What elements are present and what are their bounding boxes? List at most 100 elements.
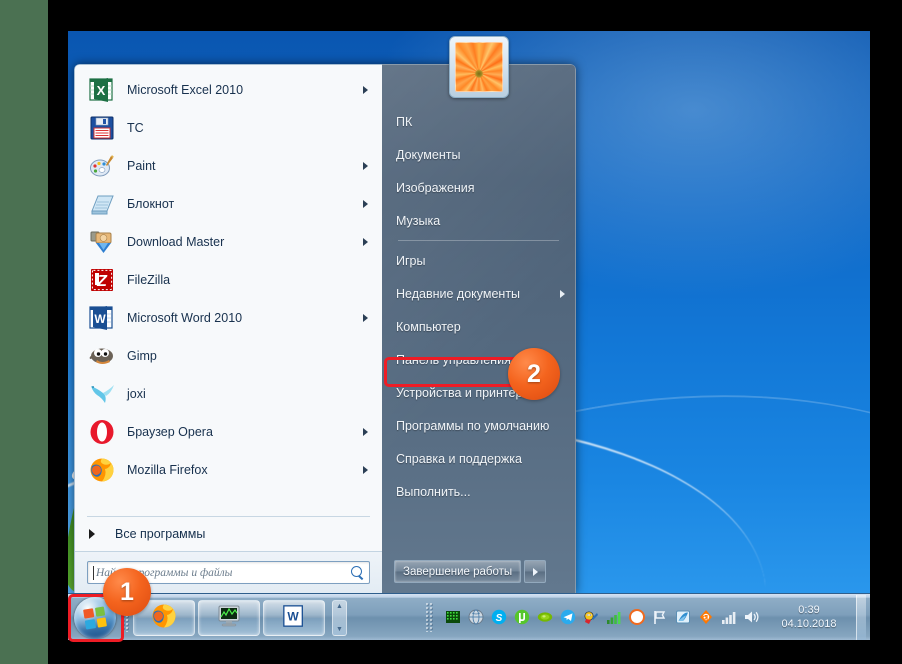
left-green-strip [0,0,48,664]
start-menu-right-panel: ПК Документы Изображения Музыка Игры Нед… [382,64,576,594]
total-commander-icon [89,115,115,141]
svg-text:X: X [97,83,106,98]
right-item-documents[interactable]: Документы [382,138,575,171]
taskbar: W ▲ ▼ S 0:39 04.10.2018 [68,593,870,640]
program-item-filezilla[interactable]: Z FileZilla [79,261,378,299]
taskbar-clock[interactable]: 0:39 04.10.2018 [773,603,845,631]
chevron-right-icon[interactable] [363,86,368,94]
filezilla-icon: Z [89,267,115,293]
right-item-label: Изображения [396,180,475,195]
flag-icon[interactable] [652,609,668,625]
excel-icon: X [89,77,115,103]
chevron-right-icon[interactable] [363,238,368,246]
skype-icon[interactable]: S [491,609,507,625]
right-item-label: Игры [396,253,426,268]
chevron-right-icon [532,567,538,576]
program-label: Gimp [127,349,157,363]
taskbar-word[interactable]: W [263,600,325,636]
program-label: Mozilla Firefox [127,463,208,477]
chevron-right-icon[interactable] [560,289,565,298]
avatar-flower-icon [455,42,503,92]
program-label: Microsoft Excel 2010 [127,83,244,97]
shutdown-options-button[interactable] [524,560,547,583]
system-tray: S 0:39 04.10.2018 [425,594,870,640]
right-item-label: Документы [396,147,461,162]
svg-text:W: W [94,312,106,326]
program-label: Microsoft Word 2010 [127,311,243,325]
notepad-icon [89,191,115,217]
chevron-down-icon[interactable]: ▼ [336,626,343,633]
shutdown-button[interactable]: Завершение работы [394,560,522,583]
download-master-icon [89,229,115,255]
shutdown-row: Завершение работы [382,560,575,593]
program-item-download-master[interactable]: Download Master [79,223,378,261]
word-icon: W [282,604,306,633]
right-item-pc[interactable]: ПК [382,105,575,138]
show-desktop-button[interactable] [856,594,866,640]
right-item-default-programs[interactable]: Программы по умолчанию [382,409,575,442]
right-item-label: Программы по умолчанию [396,418,550,433]
svg-text:S: S [496,613,503,624]
right-item-music[interactable]: Музыка [382,204,575,237]
program-item-gimp[interactable]: Gimp [79,337,378,375]
right-item-run[interactable]: Выполнить... [382,475,575,508]
program-item-tc[interactable]: TC [79,109,378,147]
program-item-opera[interactable]: Браузер Opera [79,413,378,451]
nvidia-icon[interactable] [537,609,553,625]
opera-icon [89,419,115,445]
avatar[interactable] [449,36,509,98]
taskbar-spacer [347,594,425,640]
taskbar-buttons: W ▲ ▼ [133,594,347,640]
program-item-notepad[interactable]: Блокнот [79,185,378,223]
word-icon: W [89,305,115,331]
chevron-right-icon[interactable] [363,200,368,208]
program-item-joxi[interactable]: joxi [79,375,378,413]
volume-icon[interactable] [744,609,760,625]
taskbar-scroll[interactable]: ▲ ▼ [332,600,347,636]
avast-icon[interactable] [698,609,714,625]
chevron-right-icon[interactable] [363,466,368,474]
chevron-right-icon[interactable] [363,314,368,322]
right-item-label: Выполнить... [396,484,471,499]
hamachi-icon[interactable] [583,609,599,625]
search-icon[interactable] [350,565,364,580]
right-item-computer[interactable]: Компьютер [382,310,575,343]
globe-icon[interactable] [468,609,484,625]
chevron-up-icon[interactable]: ▲ [336,603,343,610]
start-menu: X Microsoft Excel 2010 TC Paint Блокнот … [74,64,576,594]
green-grid-icon[interactable] [445,609,461,625]
utorrent-icon[interactable] [514,609,530,625]
telegram-icon[interactable] [560,609,576,625]
right-item-label: Компьютер [396,319,461,334]
program-label: Браузер Opera [127,425,213,439]
right-item-help-support[interactable]: Справка и поддержка [382,442,575,475]
onedrive-icon[interactable] [675,609,691,625]
program-label: Download Master [127,235,225,249]
screenshot-root: X Microsoft Excel 2010 TC Paint Блокнот … [0,0,902,664]
chevron-right-icon[interactable] [363,428,368,436]
all-programs-button[interactable]: Все программы [75,517,382,551]
right-item-games[interactable]: Игры [382,244,575,277]
program-item-paint[interactable]: Paint [79,147,378,185]
tray-grip[interactable] [425,602,434,632]
program-label: FileZilla [127,273,171,287]
step-badge-2: 2 [508,348,560,400]
signal-bars-icon[interactable] [721,609,737,625]
taskbar-system-monitor[interactable] [198,600,260,636]
text-caret [93,565,94,580]
program-item-firefox[interactable]: Mozilla Firefox [79,451,378,489]
monitor-chart-icon [215,604,243,633]
right-item-label: ПК [396,114,413,129]
program-item-word[interactable]: W Microsoft Word 2010 [79,299,378,337]
right-item-recent-documents[interactable]: Недавние документы [382,277,575,310]
program-label: joxi [127,387,146,401]
right-item-pictures[interactable]: Изображения [382,171,575,204]
clock-time: 0:39 [798,604,820,616]
network-signal-icon[interactable] [606,609,622,625]
program-item-excel[interactable]: X Microsoft Excel 2010 [79,71,378,109]
right-panel-separator [398,240,559,241]
chevron-right-icon[interactable] [363,162,368,170]
orange-circle-icon[interactable] [629,609,645,625]
right-item-label: Недавние документы [396,286,521,301]
program-label: Блокнот [127,197,175,211]
